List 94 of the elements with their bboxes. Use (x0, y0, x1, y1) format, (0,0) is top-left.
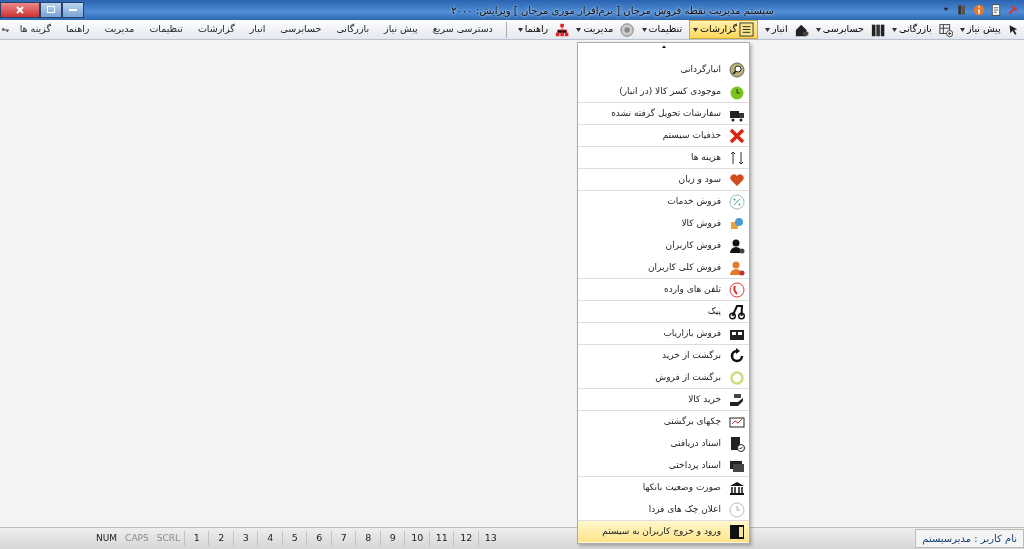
menu-item[interactable]: تلفن های وارده (578, 279, 749, 301)
document-icon[interactable] (990, 4, 1002, 16)
close-button[interactable] (0, 2, 40, 18)
clock-icon (729, 501, 745, 518)
status-panel: 1 (183, 531, 209, 546)
maximize-button[interactable] (40, 2, 62, 18)
status-panel: 6 (306, 531, 331, 546)
status-panel: 4 (257, 531, 282, 546)
toolbar-button[interactable]: بازرگانی (888, 20, 936, 39)
user-name-label: نام کاربر : مدیرسیستم (915, 529, 1024, 548)
menu-item[interactable]: برگشت از فروش (578, 367, 749, 389)
menu-item[interactable]: صورت وضعیت بانکها (578, 477, 749, 499)
caret-icon (959, 27, 965, 32)
status-panel: 12 (453, 531, 478, 546)
circular-arrow-icon (729, 347, 745, 364)
toolbar-button[interactable]: پیش نیاز (955, 20, 1005, 39)
menu-item[interactable]: سفارشات تحویل گرفته نشده (578, 103, 749, 125)
menu-bar-item[interactable]: انبار (243, 22, 272, 37)
window-title: سیستم مدیریت نقطه فروش مرجان [ نرم‌افزار موزی مرجان ] ویرایش: ۲۰۰۰ (451, 3, 774, 18)
caret-icon (576, 27, 582, 32)
toolbar-button[interactable]: انبار (760, 20, 792, 39)
menu-item[interactable]: موجودی کسر کالا (در انبار) (578, 81, 749, 103)
menu-item[interactable]: خرید کالا (578, 389, 749, 411)
caret-icon (892, 27, 897, 32)
menu-item[interactable]: برگشت از خرید (578, 345, 749, 367)
menu-item[interactable]: اسناد دریافتی (578, 433, 749, 455)
menu-item[interactable]: پیک (578, 301, 749, 323)
caret-icon (641, 27, 647, 32)
toolbar-button[interactable]: راهنما (513, 20, 553, 39)
phone-icon (729, 281, 745, 298)
menu-item[interactable]: فروش کاربران (578, 235, 749, 257)
document-check-icon (729, 435, 745, 452)
menu-bar-item[interactable]: حسابرسی (274, 22, 328, 37)
menu-item[interactable]: فروش خدمات (578, 191, 749, 213)
menu-item[interactable]: چکهای برگشتی (578, 411, 749, 433)
scroll-up-icon[interactable] (659, 43, 668, 51)
ring-icon (729, 369, 745, 386)
status-panel: 9 (379, 531, 405, 546)
cross-icon (729, 127, 745, 144)
menu-item[interactable]: هزینه ها (578, 147, 749, 169)
minimize-icon (69, 8, 77, 11)
boxes-icon (729, 215, 745, 232)
gear-icon[interactable] (620, 21, 635, 38)
menu-bar-item[interactable]: بازرگانی (330, 22, 376, 37)
caret-icon (764, 27, 770, 32)
user-icon (729, 259, 745, 276)
menu-item[interactable]: انبارگردانی (578, 59, 749, 81)
magnifier-icon (729, 61, 745, 78)
key-indicator: NUM (95, 531, 119, 545)
status-panel: 8 (355, 531, 380, 546)
user-icon (729, 237, 745, 254)
menu-bar-item[interactable]: پیش نیاز (378, 22, 424, 37)
caret-icon (693, 27, 699, 32)
bank-icon (729, 479, 745, 496)
heart-icon (729, 171, 745, 188)
menu-item[interactable]: ورود و خروج کاربران به سیستم (578, 521, 749, 543)
menu-bar-item[interactable]: دسترسی سریع (426, 22, 499, 37)
status-panel: 3 (232, 531, 258, 546)
menu-item[interactable]: فروش کالا (578, 213, 749, 235)
menu-bar-item[interactable]: گزارشات (191, 22, 241, 37)
key-indicator: SCRL (155, 531, 181, 545)
info-icon[interactable] (973, 4, 985, 16)
grid-plus-icon[interactable] (938, 21, 953, 38)
status-panel: 5 (281, 531, 307, 546)
menu-bar-item[interactable]: گزینه ها (13, 22, 57, 37)
maximize-icon (47, 6, 55, 14)
menu-item[interactable]: سود و زیان (578, 169, 749, 191)
status-panel: 2 (208, 531, 233, 546)
status-panel: 10 (404, 531, 429, 546)
menu-item[interactable]: اسناد پرداختی (578, 455, 749, 477)
books-icon[interactable] (956, 4, 968, 16)
menu-bar-item[interactable]: مدیریت (98, 22, 141, 37)
hierarchy-icon[interactable] (555, 21, 570, 38)
status-panel: 13 (477, 531, 503, 546)
toolbar-button[interactable]: حسابرسی (811, 20, 868, 39)
menu-bar-item[interactable]: راهنما (59, 22, 96, 37)
toolbar-button[interactable]: گزارشات (689, 20, 758, 39)
toolbar-button[interactable]: تنظیمات (637, 20, 687, 39)
toolbar-button[interactable]: مدیریت (572, 20, 618, 39)
status-panel: 7 (330, 531, 356, 546)
status-panel: 11 (428, 531, 454, 546)
caret-icon (815, 27, 821, 32)
login-list-icon (729, 523, 745, 540)
close-icon (16, 5, 24, 14)
menu-item[interactable]: حذفیات سیستم (578, 125, 749, 147)
key-indicator: CAPS (124, 531, 150, 545)
menu-bar-item[interactable]: تنظیمات (143, 22, 189, 37)
menu-item[interactable]: فروش کلی کاربران (578, 257, 749, 279)
menu-item[interactable]: فروش بازاریاب (578, 323, 749, 345)
percent-icon (729, 193, 745, 210)
minimize-button[interactable] (62, 2, 84, 18)
caret-icon (517, 27, 523, 32)
arrows-icon (729, 149, 745, 166)
report-list-icon (738, 22, 754, 37)
